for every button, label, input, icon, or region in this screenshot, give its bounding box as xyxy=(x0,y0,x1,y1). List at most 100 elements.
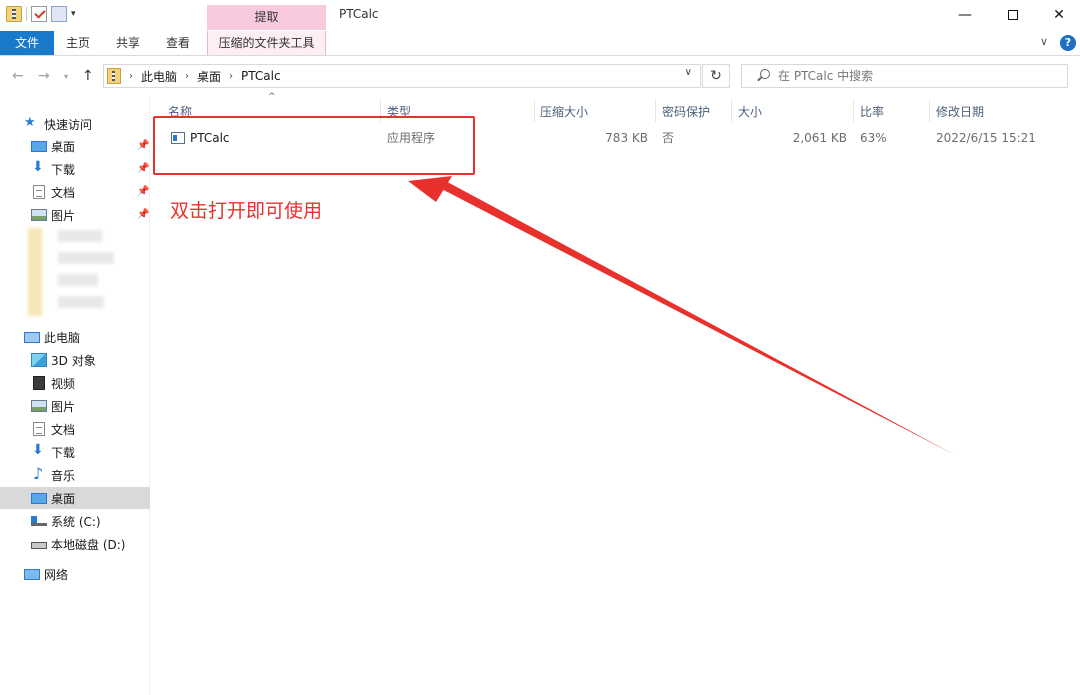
tab-compressed-folder-tools[interactable]: 压缩的文件夹工具 xyxy=(207,31,326,55)
nav-label: 系统 (C:) xyxy=(51,514,101,529)
nav-label: 此电脑 xyxy=(44,330,81,345)
nav-downloads[interactable]: 下载 xyxy=(0,441,150,463)
pin-icon: 📌 xyxy=(137,186,150,197)
maximize-button[interactable] xyxy=(990,0,1036,31)
nav-label: 音乐 xyxy=(51,468,76,483)
minimize-button[interactable]: — xyxy=(942,0,988,31)
expand-ribbon-icon[interactable]: ∨ xyxy=(1040,35,1048,48)
close-button[interactable]: ✕ xyxy=(1036,0,1080,31)
column-header-compressed-size[interactable]: 压缩大小 xyxy=(540,103,588,121)
desktop-icon xyxy=(31,492,47,504)
nav-3d-objects[interactable]: 3D 对象 xyxy=(0,349,150,371)
customize-toolbar-dropdown-icon[interactable]: ▾ xyxy=(71,9,76,19)
video-icon xyxy=(33,376,45,390)
nav-documents[interactable]: 文档 xyxy=(0,418,150,440)
navigation-pane: 快速访问 桌面 📌 下载 📌 文档 📌 图片 📌 此电脑 3D 对象 视频 图片 xyxy=(0,96,150,695)
tab-home[interactable]: 主页 xyxy=(58,31,98,55)
back-arrow-icon[interactable]: ← xyxy=(12,68,24,84)
chevron-down-icon[interactable]: ∨ xyxy=(685,67,692,78)
annotation-text: 双击打开即可使用 xyxy=(170,200,323,222)
redacted-nav-item xyxy=(58,296,104,308)
download-icon xyxy=(31,159,47,176)
nav-pictures[interactable]: 图片 xyxy=(0,395,150,417)
sort-ascending-icon: ^ xyxy=(268,92,276,102)
size-cell: 2,061 KB xyxy=(792,131,847,145)
nav-label: 桌面 xyxy=(51,139,76,154)
column-divider[interactable] xyxy=(731,100,732,122)
properties-icon[interactable] xyxy=(31,6,47,22)
nav-label: 3D 对象 xyxy=(51,353,96,368)
file-list: ^ 名称 类型 压缩大小 密码保护 大小 比率 修改日期 PTCalc 应用程序… xyxy=(151,92,1080,695)
disk-drive-icon xyxy=(31,542,47,549)
tab-file[interactable]: 文件 xyxy=(0,31,54,55)
tab-share[interactable]: 共享 xyxy=(108,31,148,55)
help-icon[interactable]: ? xyxy=(1060,35,1076,51)
nav-this-pc[interactable]: 此电脑 xyxy=(0,326,150,348)
search-icon xyxy=(756,69,770,83)
nav-network[interactable]: 网络 xyxy=(0,563,150,585)
desktop-icon xyxy=(31,140,47,152)
zip-folder-icon xyxy=(6,6,22,22)
up-arrow-icon[interactable]: ↑ xyxy=(82,68,94,84)
nav-label: 下载 xyxy=(51,162,76,177)
nav-music[interactable]: 音乐 xyxy=(0,464,150,486)
network-icon xyxy=(24,568,40,580)
recent-locations-chevron-icon[interactable]: ▾ xyxy=(64,72,68,81)
column-header-password[interactable]: 密码保护 xyxy=(662,103,710,121)
nav-quick-pictures[interactable]: 图片 📌 xyxy=(0,204,150,226)
breadcrumb-this-pc[interactable]: 此电脑 xyxy=(141,68,177,85)
nav-quick-desktop[interactable]: 桌面 📌 xyxy=(0,135,150,157)
refresh-button[interactable]: ↻ xyxy=(702,64,730,88)
address-bar[interactable]: › 此电脑 › 桌面 › PTCalc ∨ xyxy=(103,64,701,88)
nav-desktop[interactable]: 桌面 xyxy=(0,487,150,509)
new-folder-icon[interactable] xyxy=(51,6,67,22)
nav-quick-downloads[interactable]: 下载 📌 xyxy=(0,158,150,180)
pin-icon: 📌 xyxy=(137,140,150,151)
nav-label: 图片 xyxy=(51,208,76,223)
chevron-right-icon[interactable]: › xyxy=(129,71,133,82)
chevron-right-icon[interactable]: › xyxy=(229,71,233,82)
nav-label: 视频 xyxy=(51,376,76,391)
quick-access-toolbar: ▾ xyxy=(6,6,76,22)
modified-date-cell: 2022/6/15 15:21 xyxy=(936,131,1036,145)
qat-divider xyxy=(26,7,27,21)
cube-icon xyxy=(31,353,47,367)
redacted-folder-icons xyxy=(28,228,42,316)
redacted-nav-item xyxy=(58,230,102,242)
ribbon-tabs: 文件 主页 共享 查看 压缩的文件夹工具 ∨ ? xyxy=(0,31,1080,56)
column-divider[interactable] xyxy=(929,100,930,122)
document-icon xyxy=(33,422,45,436)
pin-icon: 📌 xyxy=(137,209,150,220)
column-divider[interactable] xyxy=(655,100,656,122)
column-divider[interactable] xyxy=(534,100,535,122)
column-header-ratio[interactable]: 比率 xyxy=(860,103,884,121)
nav-label: 网络 xyxy=(44,567,69,582)
nav-label: 文档 xyxy=(51,422,76,437)
nav-label: 桌面 xyxy=(51,491,76,506)
column-divider[interactable] xyxy=(853,100,854,122)
tab-view[interactable]: 查看 xyxy=(158,31,198,55)
nav-quick-documents[interactable]: 文档 📌 xyxy=(0,181,150,203)
breadcrumb-ptcalc[interactable]: PTCalc xyxy=(241,69,281,83)
nav-quick-access[interactable]: 快速访问 xyxy=(0,113,150,135)
nav-drive-c[interactable]: 系统 (C:) xyxy=(0,510,150,532)
search-box[interactable] xyxy=(741,64,1068,88)
column-header-size[interactable]: 大小 xyxy=(738,103,762,121)
forward-arrow-icon[interactable]: → xyxy=(38,68,50,84)
zip-folder-icon xyxy=(107,68,121,84)
chevron-right-icon[interactable]: › xyxy=(185,71,189,82)
nav-label: 本地磁盘 (D:) xyxy=(51,537,126,552)
picture-icon xyxy=(31,400,47,412)
ratio-cell: 63% xyxy=(860,131,887,145)
title-bar: ▾ 提取 PTCalc — ✕ xyxy=(0,0,1080,31)
context-tab-group-extract[interactable]: 提取 xyxy=(207,5,326,30)
column-header-modified[interactable]: 修改日期 xyxy=(936,103,984,121)
navigation-bar: ← → ▾ ↑ › 此电脑 › 桌面 › PTCalc ∨ ↻ xyxy=(0,56,1080,96)
nav-videos[interactable]: 视频 xyxy=(0,372,150,394)
search-input[interactable] xyxy=(778,69,1058,83)
nav-label: 图片 xyxy=(51,399,76,414)
nav-drive-d[interactable]: 本地磁盘 (D:) xyxy=(0,533,150,555)
nav-label: 快速访问 xyxy=(44,117,93,132)
annotation-highlight-box xyxy=(153,116,475,175)
breadcrumb-desktop[interactable]: 桌面 xyxy=(197,68,221,85)
